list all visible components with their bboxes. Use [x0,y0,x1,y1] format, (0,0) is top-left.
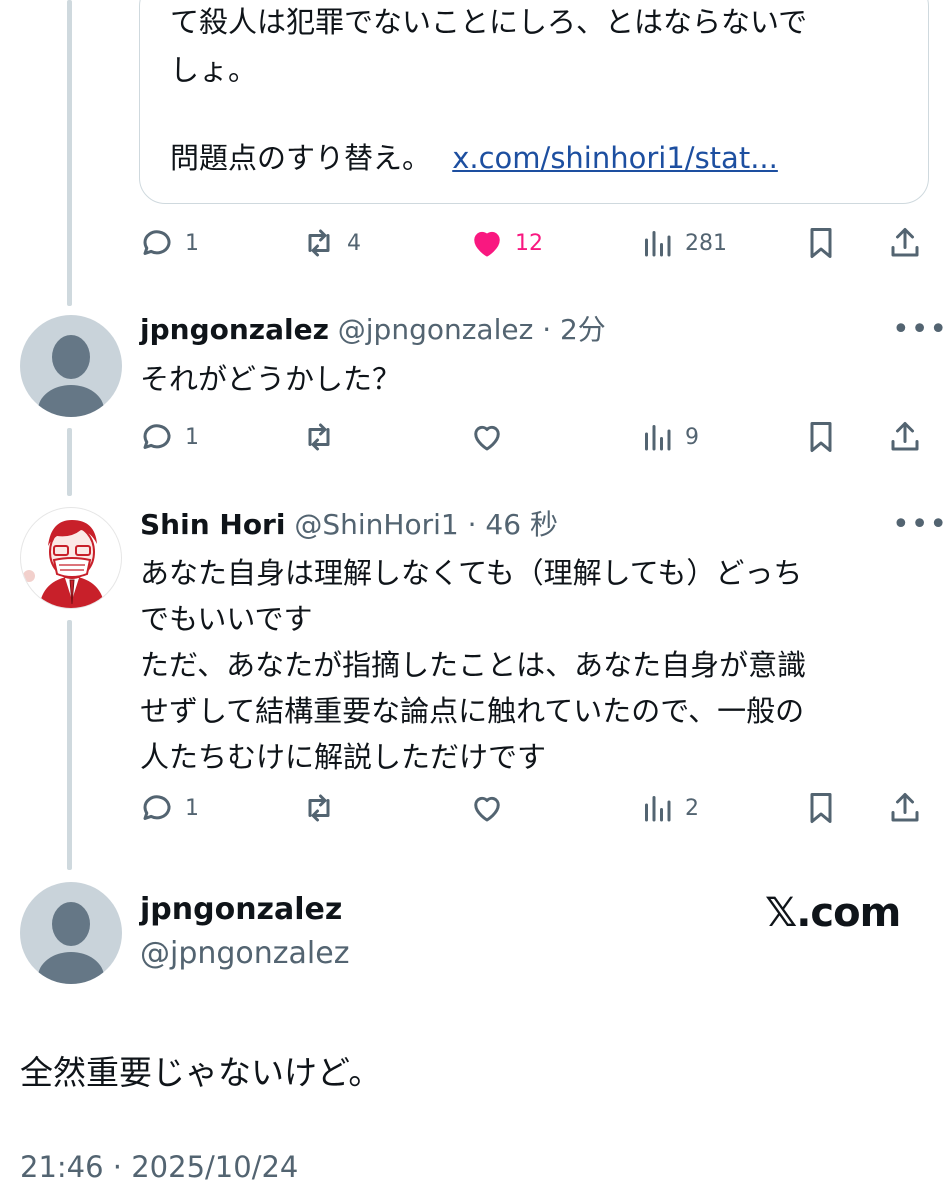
share-button[interactable] [887,409,923,465]
heart-icon [474,425,500,451]
reply-text-line: でもいいです [140,602,313,636]
views-count: 281 [685,230,727,256]
views-count: 2 [685,795,699,821]
avatar[interactable] [20,315,122,417]
views-button[interactable]: 9 [639,409,699,465]
analytics-icon [645,796,671,822]
default-avatar-head [52,335,90,379]
like-button[interactable] [469,409,515,465]
author-handle[interactable]: @jpngonzalez [140,936,349,971]
reply-actions: 1 9 [139,409,929,465]
share-icon [891,422,919,451]
retweet-count: 4 [347,230,361,256]
avatar[interactable] [20,507,122,609]
heart-filled-icon [474,231,500,257]
reply-text-line: ただ、あなたが指摘したことは、あなた自身が意識 [140,648,807,682]
retweet-button[interactable] [301,409,347,465]
reply-button[interactable]: 1 [139,409,199,465]
x-logo: 𝕏.com [765,890,901,936]
bookmark-icon [810,228,832,258]
share-button[interactable] [887,215,923,271]
author-meta: @ShinHori1 · 46 秒 [294,508,558,541]
retweet-icon [308,794,330,822]
tweet-text: 全然重要じゃないけど。 [20,1053,382,1092]
quoted-tweet-link[interactable]: x.com/shinhori1/stat... [452,141,778,175]
reply-text-line: あなた自身は理解しなくても（理解しても）どっち [140,556,803,590]
thread-line-top [67,0,72,306]
reply-text-line: せずして結構重要な論点に触れていたので、一般の [140,694,805,728]
reply-icon [143,424,171,449]
bookmark-button[interactable] [803,780,839,836]
like-button[interactable]: 12 [469,215,543,271]
reply-header: jpngonzalez @jpngonzalez · 2分 [140,312,606,348]
share-button[interactable] [887,780,923,836]
reply-actions: 1 2 [139,780,929,836]
default-avatar-head [52,902,90,946]
analytics-icon [645,231,671,257]
default-avatar-body [38,952,104,984]
views-button[interactable]: 281 [639,215,727,271]
author-name[interactable]: jpngonzalez [140,313,329,346]
quoted-tweet-line: しょ。 [170,53,258,87]
retweet-icon [308,229,330,257]
retweet-button[interactable]: 4 [301,215,361,271]
bookmark-button[interactable] [803,409,839,465]
reply-icon [143,230,171,255]
reply-icon [143,795,171,820]
reply-button[interactable]: 1 [139,780,199,836]
reply-text: それがどうかした？ [140,362,402,396]
reply-count: 1 [185,424,199,450]
share-icon [891,793,919,822]
share-icon [891,228,919,257]
more-options-button[interactable]: ••• [892,312,948,347]
parent-tweet-actions: 1 4 12 281 [139,215,929,271]
reply-text-line: 人たちむけに解説しただけです [140,740,547,774]
like-button[interactable] [469,780,515,836]
analytics-icon [645,425,671,451]
heart-icon [474,796,500,822]
bookmark-button[interactable] [803,215,839,271]
quoted-tweet-line: て殺人は犯罪でないことにしろ、とはならないで [170,5,808,39]
avatar[interactable] [20,882,122,984]
retweet-button[interactable] [301,780,347,836]
quoted-tweet-last-line: 問題点のすり替え。 x.com/shinhori1/stat... [170,134,778,182]
reply-button[interactable]: 1 [139,215,199,271]
thread-line-bottom [67,620,72,870]
retweet-icon [308,423,330,451]
more-options-button[interactable]: ••• [892,507,948,542]
views-count: 9 [685,424,699,450]
reply-count: 1 [185,795,199,821]
views-button[interactable]: 2 [639,780,699,836]
like-count: 12 [515,230,543,256]
author-name[interactable]: Shin Hori [140,508,285,541]
tweet-timestamp[interactable]: 21:46 · 2025/10/24 [20,1150,298,1184]
reply-count: 1 [185,230,199,256]
author-name[interactable]: jpngonzalez [140,892,342,927]
default-avatar-body [38,385,104,417]
quoted-tweet-text: 問題点のすり替え。 [170,141,432,175]
illustrated-avatar-icon [23,520,105,608]
reply-header: Shin Hori @ShinHori1 · 46 秒 [140,507,558,543]
thread-line-mid [67,428,72,496]
bookmark-icon [810,793,832,823]
author-meta: @jpngonzalez · 2分 [337,313,606,346]
bookmark-icon [810,422,832,452]
